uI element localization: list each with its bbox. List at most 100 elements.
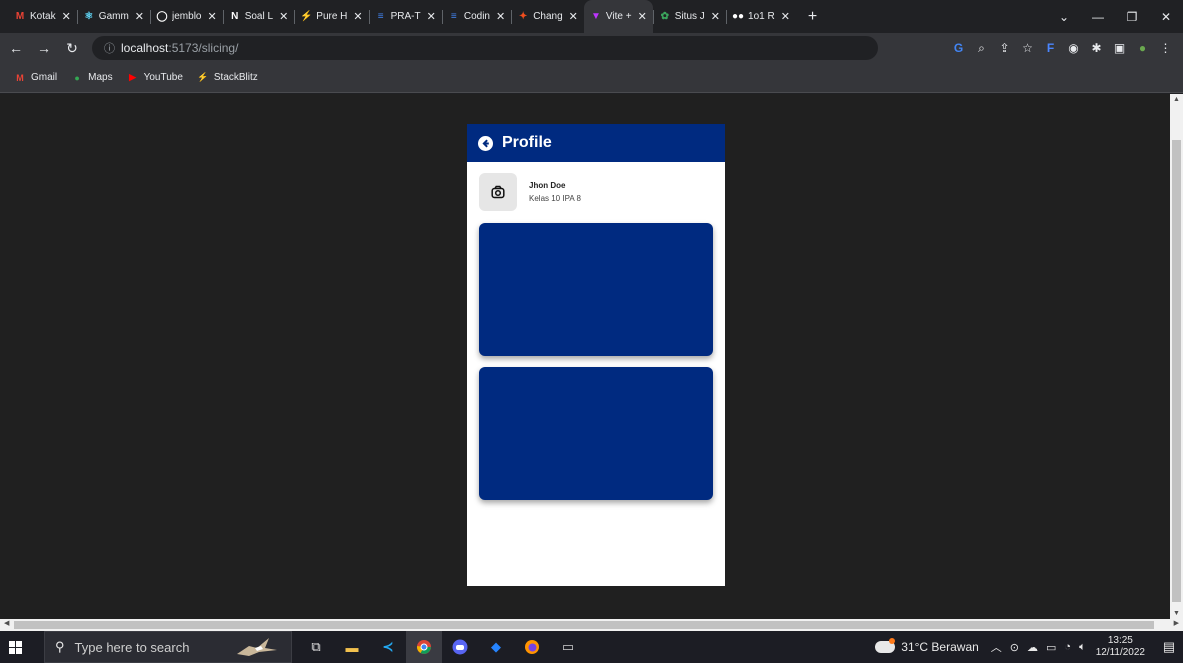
site-info-icon[interactable]: ⓘ [104, 40, 115, 56]
profile-avatar-icon[interactable]: ● [1131, 41, 1154, 55]
forward-button[interactable]: → [32, 40, 56, 56]
scroll-right-arrow-icon[interactable]: ▶ [1174, 619, 1179, 627]
notification-icon[interactable]: ▤ [1155, 639, 1183, 655]
windows-logo-icon [8, 640, 22, 654]
weather-widget[interactable]: 31°C Berawan [875, 638, 979, 654]
side-panel-icon[interactable]: ▣ [1108, 41, 1131, 55]
youtube-icon: ▶ [129, 72, 137, 82]
tab-close-icon[interactable]: ✕ [207, 10, 216, 23]
bookmark-maps[interactable]: ● Maps [71, 72, 112, 84]
tab-search-icon[interactable]: ⌄ [1047, 10, 1081, 24]
bookmark-label: StackBlitz [213, 72, 258, 83]
battery-icon[interactable]: ▭ [1046, 641, 1056, 654]
horizontal-scrollbar[interactable]: ◀ ▶ [0, 619, 1183, 631]
browser-tab[interactable]: ⚡ Pure H ✕ [294, 0, 368, 33]
wifi-icon[interactable]: ◔ [1064, 641, 1071, 653]
extension-f-icon[interactable]: F [1039, 41, 1062, 55]
tab-title: Chang [533, 11, 563, 22]
address-bar[interactable]: ⓘ localhost:5173/slicing/ [92, 36, 878, 60]
taskbar-search[interactable]: ⚲ Type here to search [44, 631, 292, 663]
browser-tab[interactable]: ≡ PRA-T ✕ [368, 0, 442, 33]
file-explorer-icon[interactable]: ▬ [334, 631, 370, 663]
task-view-icon[interactable]: ⧉ [298, 631, 334, 663]
tab-title: 1o1 R [748, 11, 775, 22]
restore-button[interactable]: ❐ [1115, 10, 1149, 24]
scroll-up-arrow-icon[interactable]: ▲ [1173, 96, 1180, 103]
tab-close-icon[interactable]: ✕ [427, 10, 436, 23]
tab-close-icon[interactable]: ✕ [62, 10, 71, 23]
back-arrow-icon[interactable] [478, 135, 493, 151]
avatar[interactable] [479, 173, 517, 211]
gmail-icon: M [16, 72, 24, 83]
close-window-button[interactable]: ✕ [1149, 10, 1183, 24]
camera-icon[interactable]: ◉ [1062, 41, 1085, 55]
onedrive-cloud-icon[interactable]: ☁ [1027, 641, 1038, 654]
browser-tab[interactable]: ◯ jemblo ✕ [150, 0, 223, 33]
browser-tab[interactable]: ▼ Vite + ✕ [583, 0, 653, 33]
browser-tab-strip: M Kotak ✕ ⚛ Gamm ✕ ◯ jemblo ✕ N Soal L ✕ ⚡ Pure H ✕ ≡ PR… [0, 0, 1183, 33]
browser-tab[interactable]: N Soal L ✕ [222, 0, 295, 33]
browser-tab[interactable]: ≡ Codin ✕ [441, 0, 511, 33]
vite-icon: ▼ [590, 11, 601, 22]
maps-icon: ● [74, 72, 80, 83]
scroll-left-arrow-icon[interactable]: ◀ [4, 619, 9, 627]
vertical-scrollbar[interactable]: ▲ ▼ [1170, 94, 1183, 619]
browser-tab[interactable]: ●● 1o1 R ✕ [726, 0, 796, 33]
tab-title: Gamm [98, 11, 129, 22]
tab-close-icon[interactable]: ✕ [711, 10, 720, 23]
browser-tab[interactable]: ✦ Chang ✕ [511, 0, 584, 33]
bookmark-stackblitz[interactable]: ⚡ StackBlitz [197, 72, 258, 84]
tab-close-icon[interactable]: ✕ [569, 10, 578, 23]
docs-icon: ≡ [377, 11, 384, 22]
tab-close-icon[interactable]: ✕ [496, 10, 505, 23]
chevron-up-icon[interactable]: ︿ [991, 639, 1002, 655]
tab-title: Vite + [605, 11, 632, 22]
browser-tab[interactable]: M Kotak ✕ [8, 0, 77, 33]
tab-close-icon[interactable]: ✕ [353, 10, 362, 23]
dots-icon: ●● [731, 11, 745, 22]
scroll-down-arrow-icon[interactable]: ▼ [1173, 610, 1180, 617]
tab-close-icon[interactable]: ✕ [781, 10, 790, 23]
tab-close-icon[interactable]: ✕ [279, 10, 288, 23]
discord-icon[interactable] [442, 631, 478, 663]
chrome-icon[interactable] [406, 631, 442, 663]
tab-title: jemblo [172, 11, 202, 22]
firefox-icon[interactable] [514, 631, 550, 663]
vertical-scroll-thumb[interactable] [1172, 140, 1181, 602]
tab-close-icon[interactable]: ✕ [135, 10, 144, 23]
tab-close-icon[interactable]: ✕ [638, 10, 647, 23]
back-button[interactable]: ← [4, 40, 28, 56]
new-tab-button[interactable]: + [808, 0, 817, 33]
content-card[interactable] [479, 367, 713, 500]
sourcetree-icon[interactable]: ◆ [478, 631, 514, 663]
window-controls: ⌄ — ❐ ✕ [1047, 0, 1183, 33]
content-card[interactable] [479, 223, 713, 356]
volume-muted-icon[interactable]: 🔈︎ [1079, 641, 1086, 654]
zoom-icon[interactable]: ⌕ [970, 41, 993, 56]
tray-app-icon[interactable]: ⊙ [1010, 641, 1019, 654]
bookmark-gmail[interactable]: M Gmail [14, 72, 57, 84]
google-icon[interactable]: G [947, 41, 970, 55]
weather-text: 31°C Berawan [901, 640, 979, 654]
app-header: Profile [467, 124, 725, 162]
terminal-icon[interactable]: ▭ [550, 631, 586, 663]
taskbar-apps: ⧉ ▬ ≺ ◆ ▭ [298, 631, 586, 663]
user-name: Jhon Doe [529, 181, 566, 190]
vscode-icon[interactable]: ≺ [370, 631, 406, 663]
share-icon[interactable]: ⇪ [993, 41, 1016, 55]
horizontal-scroll-thumb[interactable] [14, 621, 1154, 629]
reload-button[interactable]: ↻ [60, 40, 84, 57]
windows-taskbar: ⚲ Type here to search ⧉ ▬ ≺ ◆ ▭ 31°C Ber… [0, 631, 1183, 663]
bookmark-youtube[interactable]: ▶ YouTube [127, 72, 183, 84]
bookmark-star-icon[interactable]: ☆ [1016, 41, 1039, 55]
start-button[interactable] [0, 640, 30, 654]
menu-kebab-icon[interactable]: ⋮ [1154, 41, 1177, 55]
browser-tab[interactable]: ✿ Situs J ✕ [652, 0, 726, 33]
user-class: Kelas 10 IPA 8 [529, 194, 581, 203]
taskbar-clock[interactable]: 13:25 12/11/2022 [1096, 635, 1145, 659]
docs-icon: ≡ [450, 11, 457, 22]
extensions-puzzle-icon[interactable]: ✱ [1085, 41, 1108, 55]
minimize-button[interactable]: — [1081, 10, 1115, 24]
gmail-icon: M [15, 11, 25, 22]
browser-tab[interactable]: ⚛ Gamm ✕ [76, 0, 150, 33]
